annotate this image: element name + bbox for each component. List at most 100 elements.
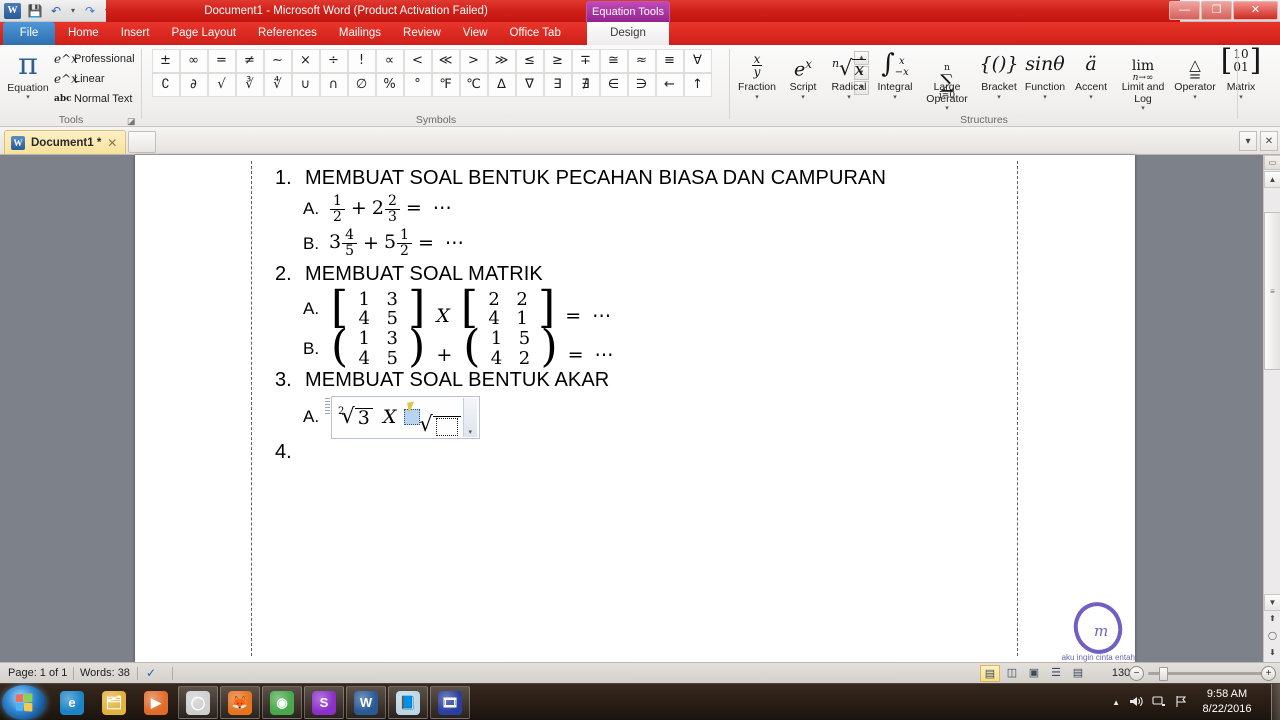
- symbol-35[interactable]: ∃: [543, 72, 572, 97]
- structure-button-bracket[interactable]: {()} Bracket ▾: [976, 46, 1022, 112]
- tools-item-linear[interactable]: e^x Linear: [54, 69, 140, 89]
- chevron-down-icon[interactable]: ▾: [1114, 105, 1172, 113]
- minimize-button[interactable]: —: [1169, 1, 1200, 20]
- zoom-slider-handle[interactable]: [1159, 667, 1168, 681]
- symbol-23[interactable]: √: [207, 72, 236, 97]
- taskbar-microsoft-word[interactable]: W: [346, 686, 386, 719]
- vertical-scrollbar[interactable]: ▭ ▲ ≡ ▼ ⬆ ◯ ⬇: [1263, 155, 1280, 662]
- symbol-4[interactable]: ∼: [263, 48, 292, 73]
- tools-item-professional[interactable]: e^x Professional: [54, 49, 140, 69]
- symbol-40[interactable]: ↑: [683, 72, 712, 97]
- close-button[interactable]: ✕: [1233, 1, 1278, 20]
- split-window-icon[interactable]: ▭: [1264, 155, 1280, 170]
- equation-drag-handle[interactable]: [325, 397, 330, 414]
- undo-icon[interactable]: ↶: [47, 2, 65, 20]
- document-page[interactable]: 1. MEMBUAT SOAL BENTUK PECAHAN BIASA DAN …: [135, 155, 1135, 662]
- restore-button[interactable]: ❐: [1201, 1, 1232, 20]
- taskbar-firefox[interactable]: 🦊: [220, 686, 260, 719]
- ribbon-tab-insert[interactable]: Insert: [110, 22, 161, 45]
- view-button-print-layout[interactable]: ▤: [980, 665, 1000, 682]
- tab-design[interactable]: Design: [587, 22, 669, 45]
- chevron-down-icon[interactable]: ▾: [918, 105, 976, 113]
- structure-button-fraction[interactable]: x y Fraction ▾: [734, 46, 780, 112]
- chevron-down-icon[interactable]: ▾: [1022, 94, 1068, 102]
- symbol-10[interactable]: ≪: [431, 48, 460, 73]
- select-browse-object-icon[interactable]: ◯: [1264, 628, 1280, 645]
- taskbar-chrome[interactable]: ◉: [262, 686, 302, 719]
- symbol-32[interactable]: ℃: [459, 72, 488, 97]
- status-word-count[interactable]: Words: 38: [80, 663, 130, 684]
- taskbar-skype-like[interactable]: S: [304, 686, 344, 719]
- chevron-down-icon[interactable]: ▾: [1172, 94, 1218, 102]
- structure-button-limit-and-log[interactable]: lim n→∞ Limit and Log ▾: [1114, 46, 1172, 112]
- symbol-0[interactable]: ±: [151, 48, 180, 73]
- taskbar-clock[interactable]: 9:58 AM 8/22/2016: [1192, 687, 1262, 717]
- scroll-down-icon[interactable]: ▼: [1264, 594, 1280, 611]
- zoom-out-button[interactable]: −: [1129, 666, 1144, 681]
- symbol-24[interactable]: ∛: [235, 72, 264, 97]
- ribbon-tab-home[interactable]: Home: [57, 22, 110, 45]
- symbol-9[interactable]: <: [403, 48, 432, 73]
- symbol-3[interactable]: ≠: [235, 48, 264, 73]
- structure-button-script[interactable]: ex Script ▾: [780, 46, 826, 112]
- equation-editor-box[interactable]: 2 √ 3 X √ ▾: [325, 395, 480, 439]
- symbol-14[interactable]: ≥: [543, 48, 572, 73]
- symbol-15[interactable]: ∓: [571, 48, 600, 73]
- scroll-up-icon[interactable]: ▲: [1264, 171, 1280, 188]
- scrollbar-thumb[interactable]: ≡: [1264, 212, 1280, 370]
- ribbon-tab-view[interactable]: View: [452, 22, 499, 45]
- tab-list-dropdown-icon[interactable]: ▾: [1239, 131, 1257, 151]
- equation-options-dropdown-icon[interactable]: ▾: [462, 397, 477, 437]
- symbol-25[interactable]: ∜: [263, 72, 292, 97]
- view-button-full-screen-reading[interactable]: ◫: [1002, 665, 1022, 682]
- symbol-27[interactable]: ∩: [319, 72, 348, 97]
- symbol-30[interactable]: °: [403, 72, 432, 97]
- tools-item-normal-text[interactable]: abc Normal Text: [54, 89, 140, 109]
- symbol-17[interactable]: ≈: [627, 48, 656, 73]
- taskbar-app-window[interactable]: ◯: [178, 686, 218, 719]
- previous-page-icon[interactable]: ⬆: [1264, 611, 1280, 628]
- tab-close-icon[interactable]: ✕: [1260, 131, 1278, 151]
- view-button-web-layout[interactable]: ▣: [1024, 665, 1044, 682]
- symbol-26[interactable]: ∪: [291, 72, 320, 97]
- structure-button-matrix[interactable]: [1001] Matrix▾: [1218, 46, 1264, 112]
- next-page-icon[interactable]: ⬇: [1264, 645, 1280, 662]
- network-icon[interactable]: [1152, 695, 1166, 711]
- chevron-down-icon[interactable]: ▾: [1068, 94, 1114, 102]
- symbol-6[interactable]: ÷: [319, 48, 348, 73]
- symbol-12[interactable]: ≫: [487, 48, 516, 73]
- math-expression[interactable]: (1 3 4 5) +(1 5 4 2) = ⋯: [329, 325, 615, 368]
- taskbar-media-player[interactable]: ▶: [136, 686, 176, 719]
- symbol-39[interactable]: ←: [655, 72, 684, 97]
- redo-icon[interactable]: ↷: [81, 2, 99, 20]
- taskbar-windows-explorer[interactable]: 🗂: [94, 686, 134, 719]
- chevron-down-icon[interactable]: ▾: [780, 94, 826, 102]
- taskbar-internet-explorer[interactable]: e: [52, 686, 92, 719]
- symbol-33[interactable]: ∆: [487, 72, 516, 97]
- proofing-errors-icon[interactable]: ✓: [146, 663, 156, 684]
- structure-button-integral[interactable]: ∫ x −x Integral ▾: [872, 46, 918, 112]
- document-tab-document1[interactable]: W Document1 * ✕: [4, 130, 127, 154]
- symbol-19[interactable]: ∀: [683, 48, 712, 73]
- show-hidden-icons-icon[interactable]: ▲: [1112, 698, 1120, 707]
- word-app-icon[interactable]: W: [4, 3, 21, 19]
- save-icon[interactable]: 💾: [26, 2, 44, 20]
- start-button[interactable]: [2, 685, 46, 720]
- symbol-22[interactable]: ∂: [179, 72, 208, 97]
- structure-button-function[interactable]: sinθ Function ▾: [1022, 46, 1068, 112]
- ribbon-tab-references[interactable]: References: [247, 22, 328, 45]
- chevron-down-icon[interactable]: ▾: [826, 94, 872, 102]
- dialog-launcher-icon[interactable]: ◪: [127, 116, 136, 126]
- structure-button-operator[interactable]: △ = Operator ▾: [1172, 46, 1218, 112]
- structure-button-radical[interactable]: n√ x Radical ▾: [826, 46, 872, 112]
- equation-button[interactable]: π Equation ▾: [4, 48, 52, 110]
- close-icon[interactable]: ✕: [107, 136, 117, 150]
- ribbon-tab-mailings[interactable]: Mailings: [328, 22, 392, 45]
- symbol-21[interactable]: ∁: [151, 72, 180, 97]
- volume-icon[interactable]: [1129, 695, 1143, 711]
- symbol-1[interactable]: ∞: [179, 48, 208, 73]
- symbol-5[interactable]: ×: [291, 48, 320, 73]
- symbol-13[interactable]: ≤: [515, 48, 544, 73]
- math-expression[interactable]: 1 2 +2 2 3 = ⋯: [329, 194, 453, 224]
- symbol-8[interactable]: ∝: [375, 48, 404, 73]
